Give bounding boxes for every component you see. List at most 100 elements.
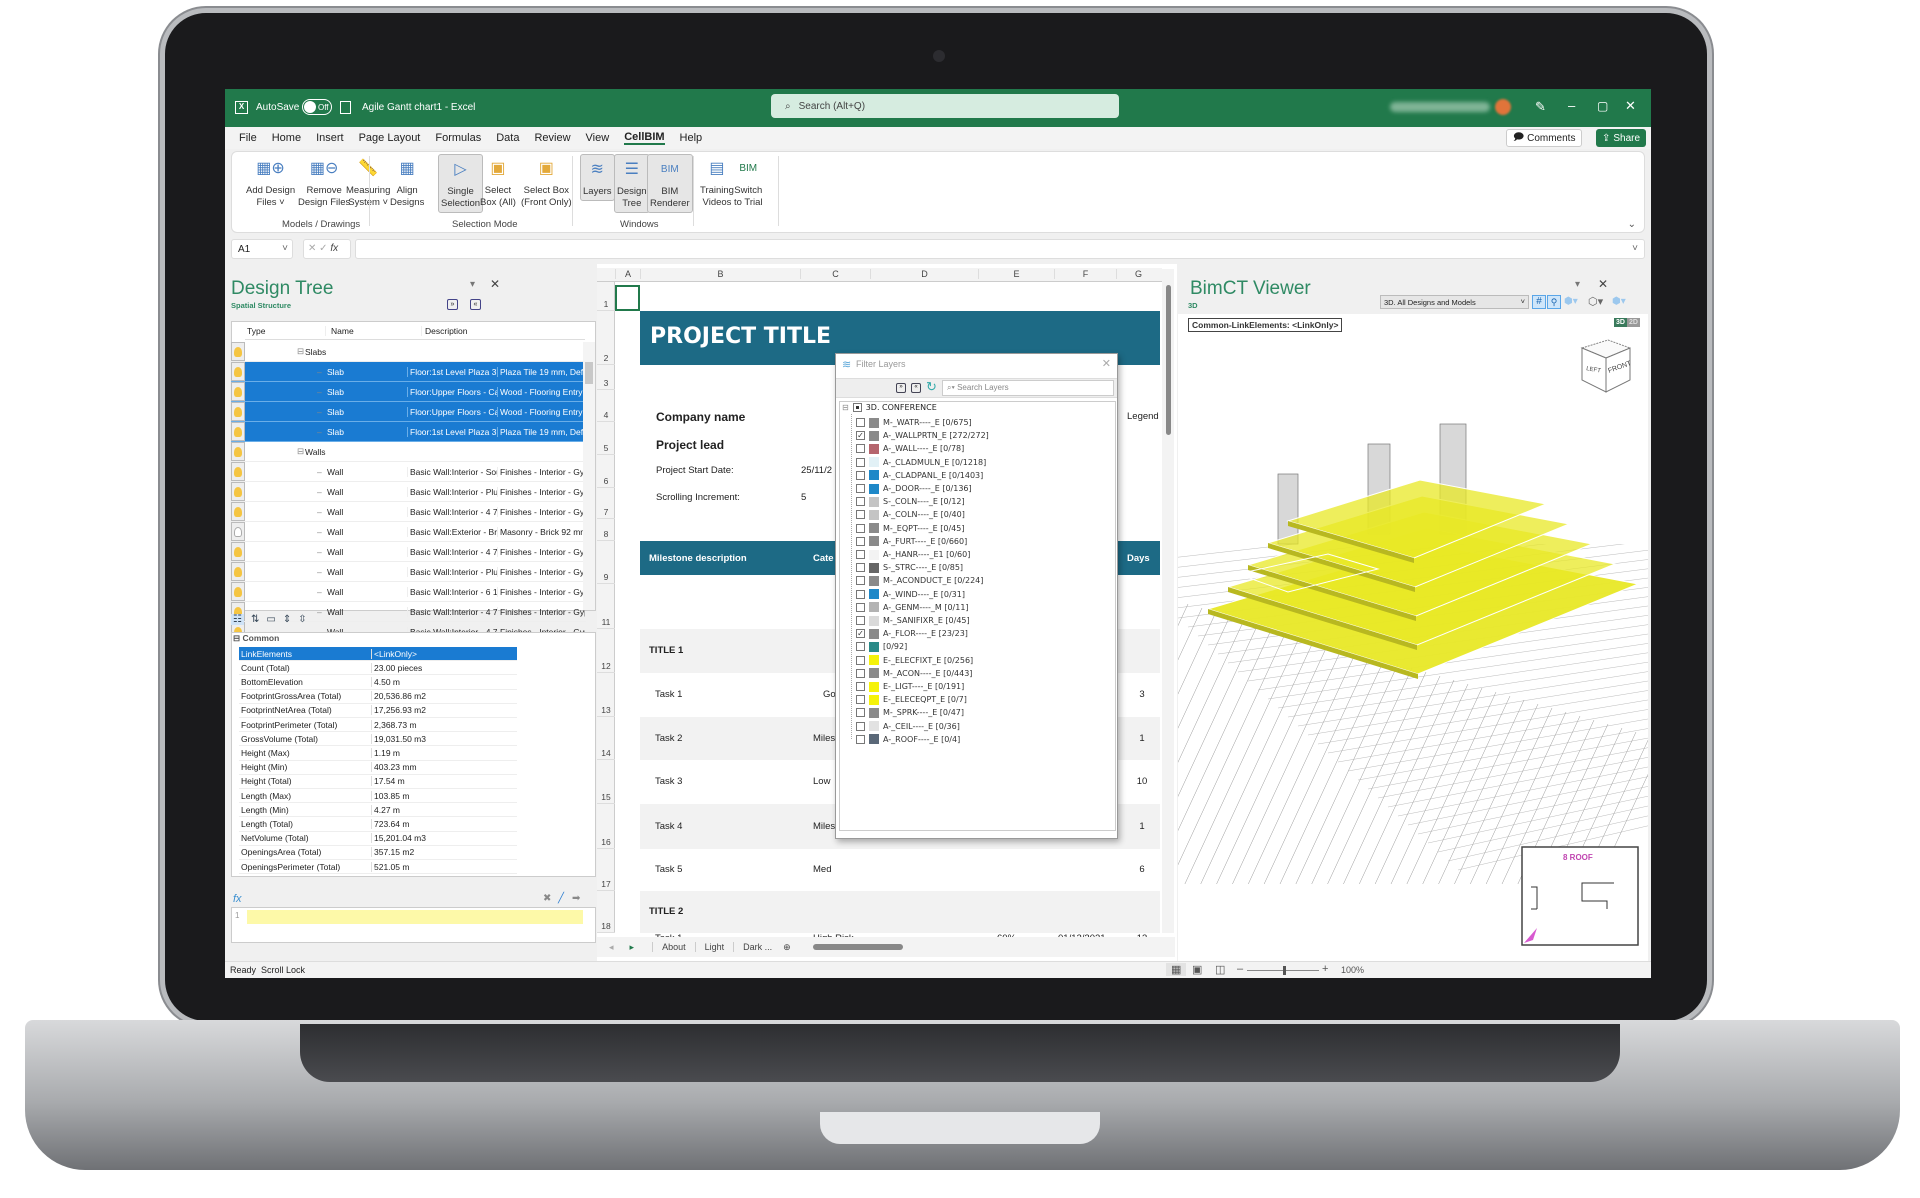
layer-item[interactable]: M-_EQPT----_E [0/45] (856, 522, 964, 535)
ribbon-button-bim[interactable]: BIM Switch to Trial (732, 154, 765, 211)
bulb-on-icon[interactable] (231, 582, 245, 601)
bulb-on-icon[interactable] (231, 362, 245, 381)
checkbox-unchecked[interactable] (856, 523, 865, 533)
account-name-blurred[interactable] (1390, 102, 1490, 112)
expand-formula-icon[interactable]: ˅ (1632, 243, 1638, 254)
layer-item[interactable]: S-_COLN----_E [0/12] (856, 495, 965, 508)
tree-row[interactable]: –WallBasic Wall:Interior - Sou...Finishe… (231, 462, 586, 482)
prev-sheet-icon[interactable]: ◂ (609, 942, 614, 953)
checkbox-unchecked[interactable] (856, 550, 865, 559)
collapse-all-icon[interactable]: « (470, 299, 481, 310)
name-box[interactable]: A1 ˅ (231, 239, 293, 259)
tree-row[interactable]: –WallBasic Wall:Interior - 4 7/...Finish… (231, 502, 586, 522)
property-row[interactable]: GrossVolume (Total) 19,031.50 m3 (239, 732, 517, 747)
property-row[interactable]: Length (Max) 103.85 m (239, 789, 517, 804)
root-checkbox[interactable] (852, 403, 862, 412)
layer-item[interactable]: A-_ROOF----_E [0/4] (856, 733, 960, 746)
row-header[interactable]: 17 (597, 879, 615, 891)
zoom-level[interactable]: 100% (1341, 965, 1364, 975)
clear-formula-icon[interactable]: ✖ (543, 893, 551, 904)
checkbox-unchecked[interactable] (856, 457, 865, 467)
row-header[interactable]: 7 (597, 507, 615, 519)
header-milestone[interactable]: Milestone description (649, 553, 747, 564)
expand-all-icon[interactable]: » (896, 383, 906, 393)
checkbox-unchecked[interactable] (856, 616, 865, 625)
checkbox-unchecked[interactable] (856, 708, 865, 718)
row-header[interactable]: 8 (597, 529, 615, 541)
expand-all-icon[interactable]: » (447, 299, 458, 310)
panel-menu-icon[interactable]: ▾ (470, 279, 475, 290)
render-style-icon[interactable]: ⬢▾ (1564, 296, 1578, 307)
checkbox-unchecked[interactable] (856, 655, 865, 665)
checkbox-unchecked[interactable] (856, 576, 865, 586)
close-panel-icon[interactable]: ✕ (1598, 277, 1608, 291)
formula-editor[interactable]: 1 (231, 907, 596, 943)
ribbon-button-cursor[interactable]: ▷ Single Selection (438, 154, 484, 213)
column-header-B[interactable]: B (640, 269, 800, 279)
minimap[interactable]: 8 ROOF (1521, 846, 1639, 946)
zoom-in-icon[interactable]: + (1322, 963, 1328, 975)
row-header[interactable]: 3 (597, 378, 615, 390)
menu-tab-page-layout[interactable]: Page Layout (359, 132, 421, 144)
tree-row[interactable]: –WallBasic Wall:Interior - 6 1/...Finish… (231, 582, 586, 602)
property-row[interactable]: Length (Total) 723.64 m (239, 817, 517, 832)
checkbox-unchecked[interactable] (856, 563, 865, 573)
zoom-out-icon[interactable]: – (1237, 963, 1243, 975)
bulb-on-icon[interactable] (231, 442, 245, 461)
layer-item[interactable]: A-_CEIL----_E [0/36] (856, 720, 960, 733)
close-icon[interactable]: ✕ (1625, 98, 1636, 114)
layer-item[interactable]: [0/92] (856, 640, 907, 653)
row-header[interactable]: 1 (597, 299, 615, 311)
apply-formula-icon[interactable]: ➡ (572, 893, 580, 904)
layer-item[interactable]: M-_WATR----_E [0/675] (856, 416, 972, 429)
tree-row[interactable]: –SlabFloor:Upper Floors - Carp...Wood - … (231, 382, 586, 402)
layer-item[interactable]: A-_COLN----_E [0/40] (856, 508, 965, 521)
tree-row[interactable]: –SlabFloor:1st Level Plaza 3':...Plaza T… (231, 362, 586, 382)
save-icon[interactable] (340, 101, 351, 114)
header-days[interactable]: Days (1127, 553, 1150, 564)
view-dropdown[interactable]: 3D. All Designs and Models ˅ (1380, 295, 1529, 309)
checkbox-unchecked[interactable] (856, 682, 865, 691)
project-title[interactable]: PROJECT TITLE (650, 324, 831, 349)
checkbox-unchecked[interactable] (856, 444, 865, 454)
checkbox-checked[interactable]: ✓ (856, 431, 865, 441)
layer-item[interactable]: A-_GENM----_M [0/11] (856, 601, 969, 614)
menu-tab-help[interactable]: Help (680, 132, 703, 144)
header-category[interactable]: Cate (813, 553, 834, 564)
toggle-2d[interactable]: 2D (1626, 318, 1640, 327)
project-lead[interactable]: Project lead (656, 438, 724, 452)
property-row[interactable]: Count (Total) 23.00 pieces (239, 661, 517, 676)
close-panel-icon[interactable]: ✕ (490, 277, 500, 291)
checkbox-unchecked[interactable] (856, 589, 865, 599)
bulb-off-icon[interactable] (231, 522, 245, 541)
row-header[interactable]: 6 (597, 476, 615, 488)
bulb-on-icon[interactable] (231, 342, 245, 361)
layer-item[interactable]: E-_LIGT----_E [0/191] (856, 680, 964, 693)
row-header[interactable]: 9 (597, 572, 615, 584)
collapse-icon[interactable]: ⊟ (842, 403, 849, 412)
row-header[interactable]: 2 (597, 353, 615, 365)
row-header[interactable]: 15 (597, 792, 615, 804)
tree-row[interactable]: – Wall Basic Wall:Interior - Plu... Finishe… (231, 482, 586, 502)
pen-icon[interactable]: ✎ (1535, 99, 1546, 115)
column-type[interactable]: Type (245, 326, 325, 336)
layer-item[interactable]: M-_ACON----_E [0/443] (856, 667, 972, 680)
cancel-icon[interactable]: ✕ (308, 243, 316, 254)
locate-icon[interactable]: ⚲ (1547, 295, 1561, 309)
menu-tab-home[interactable]: Home (272, 132, 301, 144)
scroll-increment-label[interactable]: Scrolling Increment: (656, 492, 740, 503)
layer-root[interactable]: ⊟ 3D. CONFERENCE (842, 403, 937, 412)
ribbon-button-building-add[interactable]: ▦⊕ Add Design Files ˅ (244, 154, 297, 211)
checkbox-unchecked[interactable] (856, 510, 865, 520)
panel-menu-icon[interactable]: ▾ (1575, 279, 1580, 290)
bim-3d-model[interactable] (1178, 404, 1648, 884)
checkbox-unchecked[interactable] (856, 695, 865, 705)
row-header[interactable]: 12 (597, 661, 615, 673)
add-sheet-icon[interactable]: ⊕ (783, 942, 791, 953)
zoom-slider[interactable] (1247, 966, 1319, 975)
autosave-toggle[interactable]: Off (302, 99, 332, 115)
layer-item[interactable]: E-_ELECEQPT_E [0/7] (856, 693, 967, 706)
layer-item[interactable]: A-_DOOR----_E [0/136] (856, 482, 972, 495)
checkbox-unchecked[interactable] (856, 734, 865, 744)
edit-formula-icon[interactable]: ╱ (558, 893, 564, 904)
